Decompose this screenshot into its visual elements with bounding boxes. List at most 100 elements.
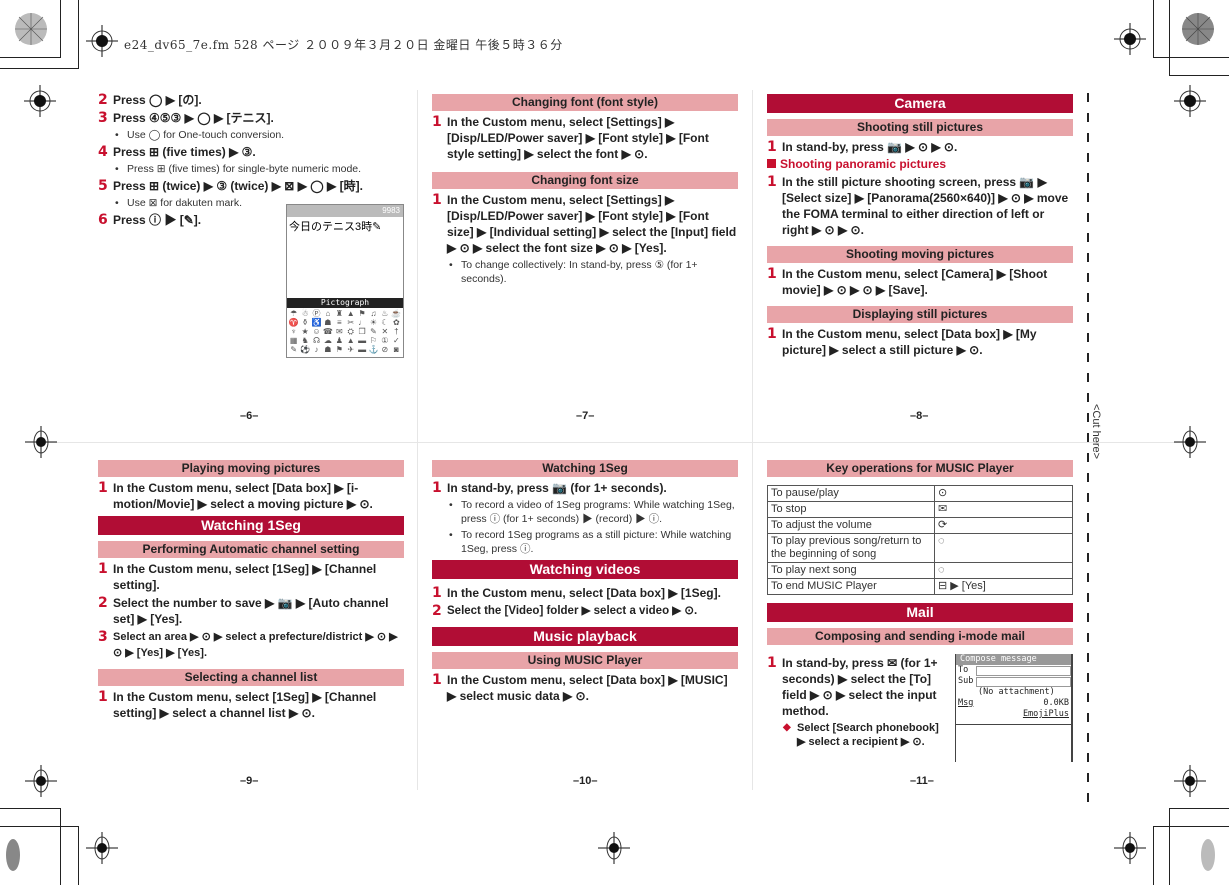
- chapter-header: Mail: [767, 603, 1073, 622]
- registration-mark-icon: [1114, 832, 1146, 864]
- chapter-header: Watching videos: [432, 560, 738, 579]
- step-4: 4 Press ⊞ (five times) ▶ ③.: [98, 144, 256, 160]
- page-9: Playing moving pictures 1 In the Custom m…: [98, 460, 404, 723]
- step-1: 1 In the Custom menu, select [1Seg] ▶ [Ch…: [98, 561, 377, 592]
- step-2: 2 Select the number to save ▶ 📷 ▶ [Auto c…: [98, 595, 389, 626]
- chapter-header: Music playback: [432, 627, 738, 646]
- cut-here-label: <Cut here>: [1090, 404, 1102, 460]
- registration-mark-icon: [598, 832, 630, 864]
- status-bar: 9983: [287, 205, 403, 217]
- registration-mark-icon: [25, 426, 57, 458]
- section-header: Playing moving pictures: [98, 460, 404, 477]
- page-8: Camera Shooting still pictures 1 In stand…: [767, 90, 1073, 360]
- option: ◆ Select [Search phonebook] ▶ select a re…: [783, 722, 939, 748]
- step-1: 1 In stand-by, press ✉ (for 1+ seconds) ▶…: [767, 655, 938, 718]
- color-target-icon: [6, 839, 20, 871]
- phone-screenshot-compose: Compose message To Sub (No attachment) M…: [955, 654, 1073, 762]
- step-1: 1 In the Custom menu, select [Settings] ▶…: [432, 114, 709, 161]
- note: To record 1Seg programs as a still pictu…: [432, 528, 738, 556]
- to-field: To: [956, 665, 1071, 676]
- step-1: 1 In the Custom menu, select [Settings] ▶…: [432, 192, 737, 255]
- table-row: To play next song ◌: [767, 562, 1073, 579]
- table-row: To end MUSIC Player ⊟ ▶ [Yes]: [767, 578, 1073, 595]
- fold-line: [40, 442, 1190, 443]
- table-row: To pause/play ⊙: [767, 485, 1073, 502]
- note: To record a video of 1Seg programs: Whil…: [432, 498, 738, 526]
- pictograph-grid: ☂ ☃ Ⓟ ⌂ ♜ ▲ ⚑ ♫ ♨ ☕ ♈ ⚱ ♿ ☗ ≡ ✂ ♩ ☀ ☾ ✿ ♆ ★ ☺ ☎ ✉ ⛭ ❒ ✎ ✕ † ▦ ♞ ☊ ☁ ♟ ▲ ▬…: [288, 309, 402, 354]
- section-header: Performing Automatic channel setting: [98, 541, 404, 558]
- section-header: Selecting a channel list: [98, 669, 404, 686]
- subsection-header: Shooting panoramic pictures: [767, 157, 1073, 171]
- fold-line: [417, 90, 418, 790]
- diamond-bullet-icon: ◆: [783, 722, 791, 733]
- attachment-label: (No attachment): [978, 687, 1055, 697]
- step-1: 1 In the Custom menu, select [Data box] ▶…: [98, 480, 373, 511]
- step-5: 5 Press ⊞ (twice) ▶ ③ (twice) ▶ ⊠ ▶ ◯ ▶ […: [98, 178, 363, 194]
- table-row: To stop ✉: [767, 501, 1073, 518]
- table-row: To play previous song/return to the begi…: [767, 533, 1073, 563]
- step-1: 1 In the Custom menu, select [Data box] ▶…: [767, 326, 1037, 357]
- crop-mark: [78, 0, 79, 69]
- crop-mark: [0, 826, 78, 827]
- crop-mark: [1169, 0, 1170, 76]
- section-header: Changing font size: [432, 172, 738, 189]
- section-header: Watching 1Seg: [432, 460, 738, 477]
- step-1: 1 In the still picture shooting screen, p…: [767, 174, 1069, 237]
- step-1: 1 In the Custom menu, select [Data box] ▶…: [432, 585, 721, 601]
- page-number: –6–: [240, 410, 259, 422]
- step-1: 1 In the Custom menu, select [1Seg] ▶ [Ch…: [98, 689, 377, 720]
- step-1: 1 In the Custom menu, select [Camera] ▶ […: [767, 266, 1048, 297]
- square-bullet-icon: [767, 159, 776, 168]
- crop-mark: [1153, 826, 1229, 827]
- crop-mark: [1153, 0, 1154, 58]
- section-header: Using MUSIC Player: [432, 652, 738, 669]
- registration-mark-icon: [86, 832, 118, 864]
- chapter-header: Camera: [767, 94, 1073, 113]
- page-number: –7–: [576, 410, 595, 422]
- phone-screenshot-pictograph: 9983 今日のテニス3時✎ Pictograph ☂ ☃ Ⓟ ⌂ ♜ ▲ ⚑ ♫ ♨ ☕ ♈ ⚱ ♿…: [286, 204, 404, 358]
- step-2: 2 Press ◯ ▶ [の].: [98, 92, 202, 108]
- note: Press ⊞ (five times) for single-byte num…: [98, 162, 404, 176]
- section-header: Shooting moving pictures: [767, 246, 1073, 263]
- chapter-header: Watching 1Seg: [98, 516, 404, 535]
- crop-mark: [60, 808, 61, 885]
- crop-mark: [1169, 808, 1170, 885]
- page-number: –11–: [910, 775, 934, 787]
- registration-mark-icon: [24, 85, 56, 117]
- screen-title: Compose message: [956, 654, 1071, 665]
- crop-mark: [0, 68, 78, 69]
- step-3: 3 Press ④⑤③ ▶ ◯ ▶ [テニス].: [98, 110, 274, 126]
- crop-mark: [0, 57, 60, 58]
- color-target-icon: [1201, 839, 1215, 871]
- pictograph-bar: Pictograph: [287, 298, 403, 308]
- crop-mark: [1169, 75, 1229, 76]
- step-1: 1 In the Custom menu, select [Data box] ▶…: [432, 672, 728, 703]
- page-7: Changing font (font style) 1 In the Custo…: [432, 94, 738, 288]
- registration-mark-icon: [1174, 426, 1206, 458]
- fold-line: [752, 90, 753, 790]
- print-header: e24_dv65_7e.fm 528 ページ ２００９年３月２０日 金曜日 午後…: [124, 38, 563, 52]
- crop-mark: [1153, 57, 1229, 58]
- section-header: Key operations for MUSIC Player: [767, 460, 1073, 477]
- page-number: –9–: [240, 775, 259, 787]
- page-number: –10–: [573, 775, 598, 787]
- registration-mark-icon: [86, 25, 118, 57]
- message-row: Msg 0.0KB: [958, 698, 1069, 708]
- crop-mark: [0, 808, 60, 809]
- note: To change collectively: In stand-by, pre…: [432, 258, 738, 286]
- registration-mark-icon: [1114, 23, 1146, 55]
- section-header: Displaying still pictures: [767, 306, 1073, 323]
- registration-mark-icon: [1174, 765, 1206, 797]
- step-2: 2 Select the [Video] folder ▶ select a vi…: [432, 603, 698, 619]
- subject-field: Sub: [956, 676, 1071, 687]
- section-header: Composing and sending i-mode mail: [767, 628, 1073, 645]
- page-10: Watching 1Seg 1 In stand-by, press 📷 (for…: [432, 460, 738, 706]
- step-3: 3 Select an area ▶ ⊙ ▶ select a prefectur…: [98, 629, 398, 659]
- page-number: –8–: [910, 410, 929, 422]
- emoji-plus-link: EmojiPlus: [1022, 709, 1069, 719]
- crop-mark: [1153, 826, 1154, 885]
- table-row: To adjust the volume ⟳: [767, 517, 1073, 534]
- color-target-icon: [15, 13, 47, 45]
- crop-mark: [78, 826, 79, 885]
- step-1: 1 In stand-by, press 📷 ▶ ⊙ ▶ ⊙.: [767, 139, 958, 155]
